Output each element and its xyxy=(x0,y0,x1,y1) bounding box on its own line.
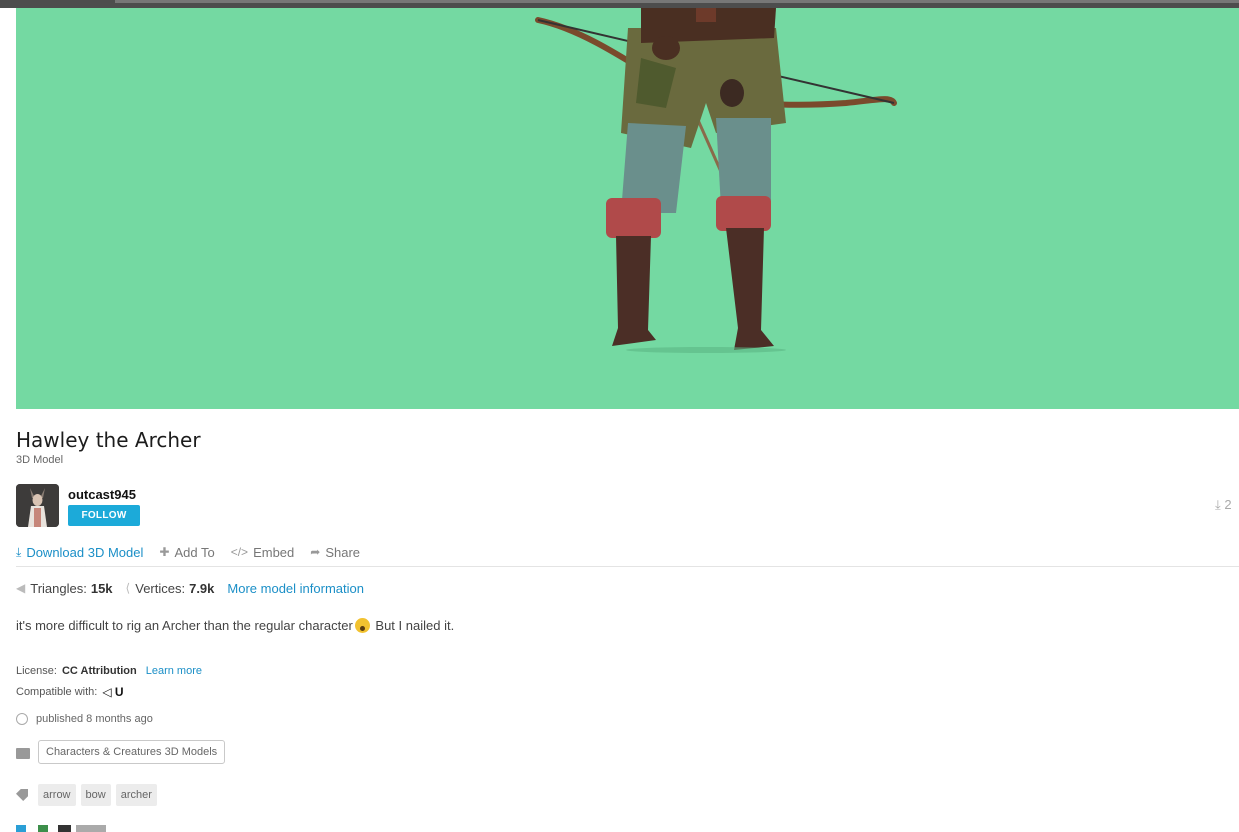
compatibility-row: Compatible with: ◁ U xyxy=(16,685,124,699)
tag-chip[interactable]: archer xyxy=(115,784,157,806)
add-to-button[interactable]: ✚ Add To xyxy=(159,545,214,560)
license-row: License: CC Attribution Learn more xyxy=(16,665,202,677)
model-actions: ⤓ Download 3D Model ✚ Add To </> Embed ➦… xyxy=(16,543,376,561)
tag-icon xyxy=(16,789,28,801)
code-icon: </> xyxy=(230,545,249,559)
published-row: published 8 months ago xyxy=(16,713,153,725)
follow-button[interactable]: FOLLOW xyxy=(68,505,140,526)
category-chip[interactable]: Characters & Creatures 3D Models xyxy=(38,740,226,764)
tag-chip[interactable]: bow xyxy=(80,784,111,806)
download-count-value: 2 xyxy=(1224,497,1232,512)
triangles-stat: ◀ Triangles: 15k xyxy=(16,581,113,596)
browser-top-bar xyxy=(0,0,1239,8)
license-label: License: xyxy=(16,665,57,677)
download-label: Download 3D Model xyxy=(26,544,144,560)
share-label: Share xyxy=(325,544,361,560)
vertex-icon: ⟨ xyxy=(125,581,131,595)
engine-icons: ◁ U xyxy=(102,685,124,699)
vertices-label: Vertices: xyxy=(135,580,186,596)
download-icon: ⤓ xyxy=(16,544,22,559)
published-text: published 8 months ago xyxy=(36,713,153,725)
browser-top-line xyxy=(115,0,1239,3)
download-icon: ⤓ xyxy=(1215,497,1221,512)
vertices-stat: ⟨ Vertices: 7.9k xyxy=(126,581,215,596)
embed-label: Embed xyxy=(253,544,295,560)
scream-emoji-icon xyxy=(354,618,370,633)
license-value[interactable]: CC Attribution xyxy=(62,665,137,677)
model-description: it's more difficult to rig an Archer tha… xyxy=(16,618,454,633)
download-count: ⤓ 2 xyxy=(1215,497,1232,513)
model-stats: ◀ Triangles: 15k ⟨ Vertices: 7.9k More m… xyxy=(16,579,364,597)
bottom-content-strip xyxy=(16,825,1239,832)
share-icon: ➦ xyxy=(310,545,321,559)
more-model-info-link[interactable]: More model information xyxy=(227,581,364,596)
model-type-label: 3D Model xyxy=(16,454,64,466)
vertices-value: 7.9k xyxy=(189,580,215,596)
description-text-end: But I nailed it. xyxy=(371,618,455,633)
tags-row: arrow bow archer xyxy=(16,784,162,806)
download-model-button[interactable]: ⤓ Download 3D Model xyxy=(16,545,143,560)
author-name[interactable]: outcast945 xyxy=(68,487,136,502)
archer-model-render xyxy=(535,8,897,353)
model-title: Hawley the Archer xyxy=(16,428,201,452)
author-avatar[interactable] xyxy=(16,484,59,527)
learn-more-link[interactable]: Learn more xyxy=(146,665,202,677)
clock-icon xyxy=(16,713,28,725)
avatar-image xyxy=(16,484,59,527)
section-divider xyxy=(16,566,1239,567)
triangle-icon: ◀ xyxy=(16,581,26,595)
embed-button[interactable]: </> Embed xyxy=(231,545,295,560)
share-button[interactable]: ➦ Share xyxy=(310,545,360,560)
category-row: Characters & Creatures 3D Models xyxy=(16,740,226,764)
triangles-value: 15k xyxy=(90,580,113,596)
tag-chip[interactable]: arrow xyxy=(38,784,76,806)
add-to-label: Add To xyxy=(174,544,215,560)
compatible-label: Compatible with: xyxy=(16,686,98,698)
description-text-start: it's more difficult to rig an Archer tha… xyxy=(16,618,353,633)
plus-icon: ✚ xyxy=(159,545,170,559)
model-viewer[interactable] xyxy=(16,8,1239,409)
triangles-label: Triangles: xyxy=(30,580,87,596)
archive-icon xyxy=(16,748,30,759)
